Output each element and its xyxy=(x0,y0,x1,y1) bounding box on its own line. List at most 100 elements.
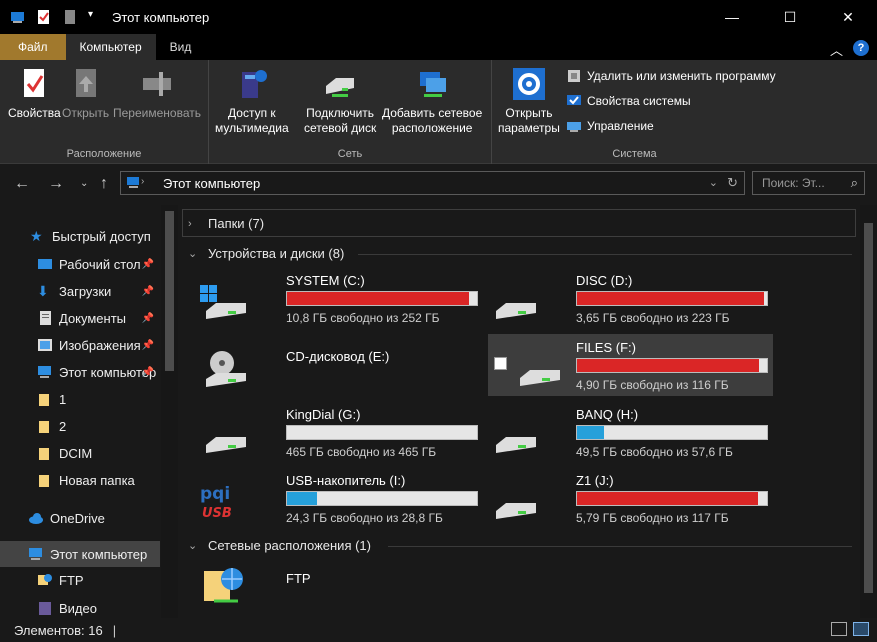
section-divider xyxy=(358,254,852,255)
nav-item-new-folder[interactable]: Новая папка xyxy=(0,467,160,493)
nav-onedrive[interactable]: OneDrive xyxy=(0,505,160,531)
address-dropdown-icon[interactable]: ⌄ xyxy=(709,176,718,189)
system-properties-icon xyxy=(566,93,582,109)
add-network-location-button[interactable]: Добавить сетевое расположение xyxy=(382,66,482,136)
drive-usage-fill xyxy=(287,292,469,305)
properties-icon xyxy=(16,66,52,102)
folder-icon xyxy=(37,391,53,407)
nav-item-folder-2[interactable]: 2 xyxy=(0,413,160,439)
manage-button[interactable]: Управление xyxy=(566,118,654,134)
tab-file[interactable]: Файл xyxy=(0,34,66,60)
uninstall-program-button[interactable]: Удалить или изменить программу xyxy=(566,68,776,84)
section-devices[interactable]: ⌄ Устройства и диски (8) xyxy=(188,246,344,261)
drive-j[interactable]: Z1 (J:) 5,79 ГБ свободно из 117 ГБ xyxy=(478,467,768,529)
svg-text:USB: USB xyxy=(202,506,232,521)
customize-quick-access-icon[interactable]: ▾ xyxy=(88,9,104,25)
section-folders[interactable]: › Папки (7) xyxy=(188,216,264,231)
rename-button[interactable]: Переименовать xyxy=(113,66,201,121)
search-input[interactable]: Поиск: Эт... ⌕ xyxy=(752,171,865,195)
ribbon-tabs: Файл Компьютер Вид xyxy=(0,34,877,60)
collapse-ribbon-icon[interactable]: ︿ xyxy=(830,40,843,59)
refresh-icon[interactable]: ↻ xyxy=(727,175,738,191)
new-folder-quick-icon[interactable] xyxy=(62,9,78,25)
drive-e-cd[interactable]: CD-дисковод (E:) xyxy=(188,335,473,397)
ribbon: Свойства Открыть Переименовать Расположе… xyxy=(0,60,877,164)
network-folder-icon xyxy=(37,572,53,588)
open-button[interactable]: Открыть xyxy=(62,66,109,121)
address-row: ← → ⌄ ↑ › Этот компьютер ⌄ ↻ Поиск: Эт..… xyxy=(0,165,877,203)
section-network-locations[interactable]: ⌄ Сетевые расположения (1) xyxy=(188,538,371,553)
nav-scrollbar-thumb[interactable] xyxy=(165,211,174,371)
details-view-icon[interactable] xyxy=(831,622,847,636)
window-title: Этот компьютер xyxy=(112,9,210,25)
content-scrollbar-thumb[interactable] xyxy=(864,223,873,593)
drive-c[interactable]: SYSTEM (C:) 10,8 ГБ свободно из 252 ГБ xyxy=(188,267,478,329)
hard-drive-icon xyxy=(516,348,568,392)
nav-item-folder-1[interactable]: 1 xyxy=(0,386,160,412)
nav-item-documents[interactable]: Документы 📌 xyxy=(0,305,160,331)
nav-this-pc[interactable]: Этот компьютер xyxy=(0,541,160,567)
content-pane: › Папки (7) ⌄ Устройства и диски (8) SYS… xyxy=(178,205,860,618)
breadcrumb-chevron-icon[interactable]: › xyxy=(141,176,144,187)
ftp-network-icon xyxy=(198,565,250,609)
properties-button[interactable]: Свойства xyxy=(8,66,61,121)
item-count: Элементов: 16 xyxy=(14,622,103,638)
cloud-icon xyxy=(28,510,44,526)
pictures-icon xyxy=(37,337,53,353)
search-icon[interactable]: ⌕ xyxy=(851,175,858,191)
minimize-button[interactable]: — xyxy=(703,0,761,34)
network-location-ftp[interactable]: FTP xyxy=(188,561,473,617)
pin-icon: 📌 xyxy=(141,339,154,351)
help-icon[interactable]: ? xyxy=(853,40,869,56)
open-settings-button[interactable]: Открыть параметры xyxy=(498,66,560,136)
nav-item-this-pc-pinned[interactable]: Этот компьютер 📌 xyxy=(0,359,160,385)
drive-i-usb[interactable]: pqi USB USB-накопитель (I:) 24,3 ГБ свобо… xyxy=(188,467,478,529)
address-bar[interactable]: › Этот компьютер ⌄ ↻ xyxy=(120,171,745,195)
nav-item-dcim[interactable]: DCIM xyxy=(0,440,160,466)
tab-view[interactable]: Вид xyxy=(156,34,206,60)
folders-group-header[interactable] xyxy=(182,209,856,237)
drive-usage-fill xyxy=(577,426,604,439)
explorer-icon[interactable] xyxy=(10,9,26,25)
drive-g[interactable]: KingDial (G:) 465 ГБ свободно из 465 ГБ xyxy=(188,401,478,463)
desktop-icon xyxy=(37,256,53,272)
maximize-button[interactable]: ☐ xyxy=(761,0,819,34)
section-divider xyxy=(388,546,852,547)
video-folder-icon xyxy=(37,600,53,616)
nav-ftp[interactable]: FTP xyxy=(0,567,160,593)
pin-icon: 📌 xyxy=(141,366,154,378)
back-arrow-icon[interactable]: ← xyxy=(14,175,30,193)
drive-h[interactable]: BANQ (H:) 49,5 ГБ свободно из 57,6 ГБ xyxy=(478,401,768,463)
nav-video[interactable]: Видео xyxy=(0,595,160,618)
hard-drive-icon xyxy=(488,281,540,325)
nav-item-desktop[interactable]: Рабочий стол 📌 xyxy=(0,251,160,277)
recent-locations-chevron-icon[interactable]: ⌄ xyxy=(80,178,88,189)
drive-d[interactable]: DISC (D:) 3,65 ГБ свободно из 223 ГБ xyxy=(478,267,768,329)
content-scrollbar[interactable] xyxy=(860,205,877,618)
up-arrow-icon[interactable]: ↑ xyxy=(100,175,108,193)
pin-icon: 📌 xyxy=(141,285,154,297)
system-properties-button[interactable]: Свойства системы xyxy=(566,93,691,109)
media-server-icon xyxy=(234,66,270,102)
nav-scrollbar[interactable] xyxy=(161,205,178,618)
computer-icon xyxy=(37,364,53,380)
map-network-drive-button[interactable]: Подключить сетевой диск xyxy=(304,66,376,136)
drive-usage-bar xyxy=(576,358,768,373)
nav-item-pictures[interactable]: Изображения 📌 xyxy=(0,332,160,358)
hard-drive-icon xyxy=(488,481,540,525)
drive-f[interactable]: FILES (F:) 4,90 ГБ свободно из 116 ГБ xyxy=(488,334,773,396)
chevron-down-icon: ⌄ xyxy=(188,248,198,260)
nav-item-downloads[interactable]: ⬇ Загрузки 📌 xyxy=(0,278,160,304)
drive-usage-fill xyxy=(577,292,764,305)
status-separator: | xyxy=(112,622,117,638)
tiles-view-icon[interactable] xyxy=(853,622,869,636)
folder-icon xyxy=(37,445,53,461)
select-checkbox[interactable] xyxy=(494,357,507,370)
nav-quick-access[interactable]: ★ Быстрый доступ xyxy=(0,223,160,249)
cd-drive-icon xyxy=(198,349,250,393)
tab-computer[interactable]: Компьютер xyxy=(65,34,156,60)
properties-quick-icon[interactable] xyxy=(36,9,52,25)
forward-arrow-icon[interactable]: → xyxy=(48,175,64,193)
media-access-button[interactable]: Доступ к мультимедиа xyxy=(215,66,289,136)
close-button[interactable]: ✕ xyxy=(819,0,877,34)
